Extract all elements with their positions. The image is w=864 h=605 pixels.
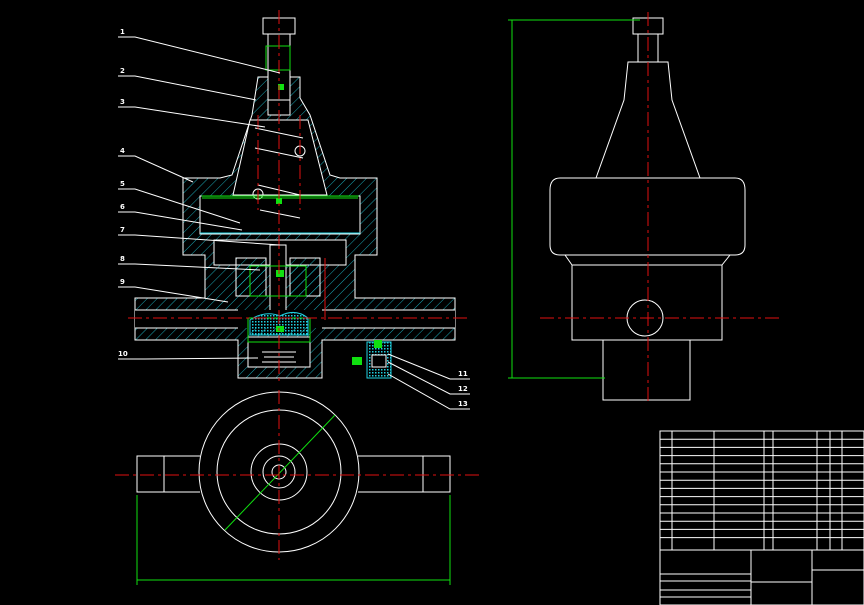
side-view	[508, 12, 780, 405]
front-section-view	[128, 10, 470, 385]
cad-drawing: 1 2 3 4 5 6 7 8 9 10 11 12 13	[115, 10, 864, 605]
valve-seat-left	[235, 257, 267, 297]
part-label-4: 4	[120, 147, 125, 155]
title-block	[659, 430, 864, 605]
valve-stem	[269, 244, 287, 316]
part-label-3: 3	[120, 98, 125, 106]
part-label-2: 2	[120, 67, 125, 75]
part-label-8: 8	[120, 255, 125, 263]
part-label-6: 6	[120, 203, 125, 211]
part-label-7: 7	[120, 226, 125, 234]
part-label-10: 10	[118, 350, 128, 358]
part-label-5: 5	[120, 180, 125, 188]
valve-seat-right	[289, 257, 321, 297]
part-label-1: 1	[120, 28, 125, 36]
diameter-dimension	[224, 414, 336, 531]
part-label-11: 11	[458, 370, 468, 378]
part-label-13: 13	[458, 400, 468, 408]
top-view	[115, 390, 480, 585]
part-label-12: 12	[458, 385, 468, 393]
part-label-9: 9	[120, 278, 125, 286]
